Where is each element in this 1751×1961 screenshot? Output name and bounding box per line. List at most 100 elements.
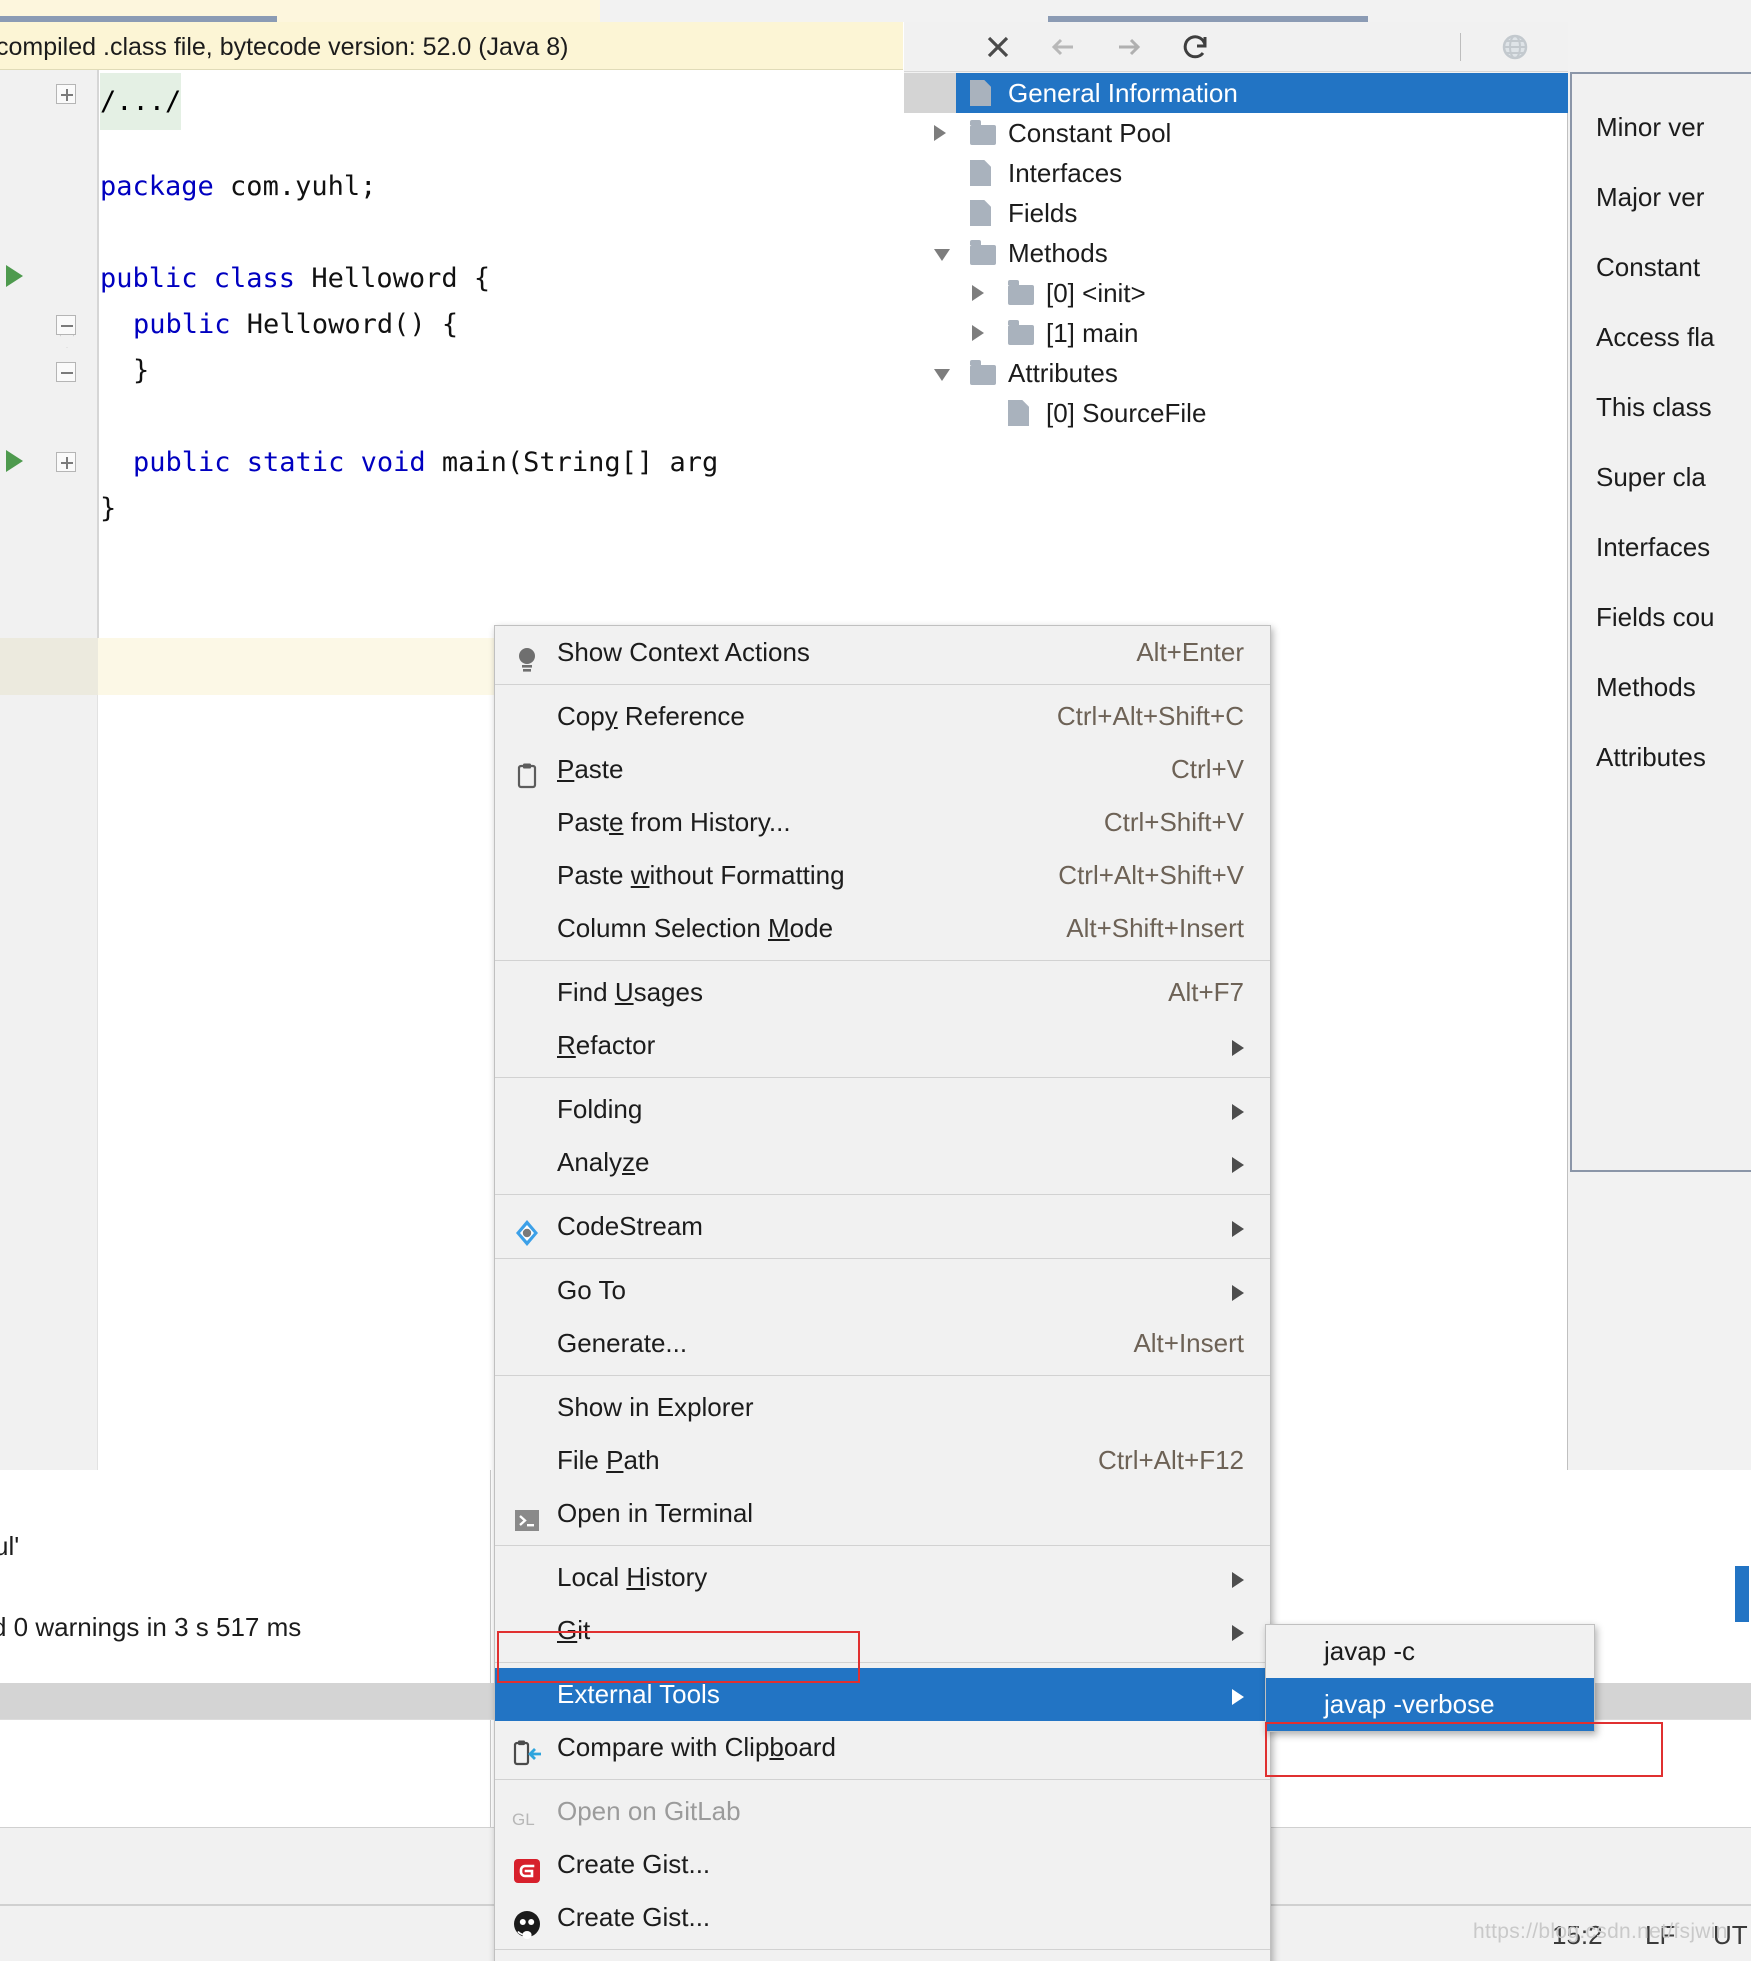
editor-context-menu[interactable]: Show Context Actions Alt+Enter Copy Refere…	[494, 625, 1271, 1961]
menu-item-label: Open As Binary	[557, 1955, 738, 1961]
chevron-right-icon[interactable]	[934, 125, 946, 141]
code-line-package: package com.yuhl;	[100, 158, 376, 215]
menu-item[interactable]: File Path Ctrl+Alt+F12	[495, 1434, 1270, 1487]
tree-item-label: Constant Pool	[1008, 118, 1172, 148]
menu-item[interactable]: External Tools	[495, 1668, 1270, 1721]
tree-item[interactable]: Attributes	[904, 353, 1568, 393]
info-row-label: Methods	[1596, 672, 1696, 702]
menu-item[interactable]: Refactor	[495, 1019, 1270, 1072]
tree-item-label: Interfaces	[1008, 158, 1123, 188]
menu-item[interactable]: Open in Terminal	[495, 1487, 1270, 1540]
menu-item-label: Show Context Actions	[557, 637, 810, 667]
info-row-label: Interfaces	[1596, 532, 1711, 562]
menu-item[interactable]: Compare with Clipboard	[495, 1721, 1270, 1774]
tab-strip	[0, 0, 1751, 22]
github-icon	[512, 1904, 542, 1939]
folder-icon	[970, 120, 996, 145]
menu-item: GL Open on GitLab	[495, 1785, 1270, 1838]
menu-item[interactable]: Paste without Formatting Ctrl+Alt+Shift+V	[495, 849, 1270, 902]
menu-item[interactable]: Analyze	[495, 1136, 1270, 1189]
build-output-scrollbar-thumb[interactable]	[1735, 1566, 1749, 1622]
menu-item[interactable]: Show Context Actions Alt+Enter	[495, 626, 1270, 679]
menu-item[interactable]: Local History	[495, 1551, 1270, 1604]
menu-item-label: Create Gist...	[557, 1902, 711, 1932]
menu-item[interactable]: 010110Open As Binary	[495, 1955, 1270, 1961]
forward-arrow-icon[interactable]	[1114, 32, 1144, 62]
tree-item[interactable]: Methods	[904, 233, 1568, 273]
code-line-ctor-close: }	[133, 355, 150, 386]
info-row-label: Fields cou	[1596, 602, 1715, 632]
menu-item[interactable]: Go To	[495, 1264, 1270, 1317]
chevron-down-icon[interactable]	[934, 369, 950, 381]
close-icon[interactable]	[983, 32, 1013, 62]
code-line-fold-comment[interactable]: /.../	[100, 73, 182, 130]
menu-separator	[495, 960, 1270, 961]
menu-item[interactable]: Create Gist...	[495, 1891, 1270, 1944]
submenu-arrow-icon	[1232, 1104, 1244, 1120]
run-output-fragment: )	[0, 1850, 1, 1881]
menu-item-label: Open in Terminal	[557, 1498, 754, 1528]
tree-item[interactable]: Fields	[904, 193, 1568, 233]
menu-item[interactable]: Paste Ctrl+V	[495, 743, 1270, 796]
menu-item[interactable]: Create Gist...	[495, 1838, 1270, 1891]
menu-item[interactable]: Copy Reference Ctrl+Alt+Shift+C	[495, 690, 1270, 743]
info-row-label: Access fla	[1596, 322, 1715, 352]
submenu-item[interactable]: javap -verbose	[1266, 1678, 1594, 1731]
menu-item[interactable]: Column Selection Mode Alt+Shift+Insert	[495, 902, 1270, 955]
tree-item-label: General Information	[1008, 78, 1238, 108]
build-output-result: d 0 warnings in 3 s 517 ms	[0, 1612, 302, 1642]
menu-item[interactable]: Paste from History... Ctrl+Shift+V	[495, 796, 1270, 849]
general-information-panel: Minor ver Major ver Constant Access fla This…	[1570, 72, 1751, 1172]
code-package-name: com.yuhl;	[213, 171, 377, 202]
code-line-constructor: public Helloword() {	[133, 296, 458, 353]
menu-item[interactable]: Folding	[495, 1083, 1270, 1136]
menu-item[interactable]: Generate... Alt+Insert	[495, 1317, 1270, 1370]
file-icon	[970, 160, 991, 186]
folder-icon	[970, 240, 996, 265]
tree-item-label: Fields	[1008, 198, 1078, 228]
chevron-right-icon[interactable]	[972, 285, 984, 301]
menu-item-shortcut: Alt+Insert	[1133, 1328, 1244, 1358]
info-row-label: Super cla	[1596, 462, 1706, 492]
submenu-arrow-icon	[1232, 1221, 1244, 1237]
code-keyword-package: package	[100, 171, 214, 202]
info-row-label: Attributes	[1596, 742, 1706, 772]
menu-item-shortcut: Alt+Shift+Insert	[1066, 913, 1244, 943]
folder-icon	[970, 360, 996, 385]
menu-item-label: CodeStream	[557, 1211, 703, 1241]
menu-item[interactable]: Find Usages Alt+F7	[495, 966, 1270, 1019]
tree-item[interactable]: General Information	[904, 73, 1568, 113]
toolbar-separator	[1460, 33, 1461, 61]
submenu-item[interactable]: javap -c	[1266, 1625, 1594, 1678]
submenu-item-label: javap -c	[1324, 1636, 1416, 1666]
menu-item-label: Paste without Formatting	[557, 860, 845, 890]
tree-item[interactable]: [0] <init>	[904, 273, 1568, 313]
back-arrow-icon[interactable]	[1048, 32, 1078, 62]
submenu-arrow-icon	[1232, 1625, 1244, 1641]
menu-item-label: Open on GitLab	[557, 1796, 741, 1826]
menu-item[interactable]: CodeStream	[495, 1200, 1270, 1253]
menu-item-label: Column Selection Mode	[557, 913, 834, 943]
submenu-arrow-icon	[1232, 1689, 1244, 1705]
file-icon	[1008, 400, 1029, 426]
tree-item[interactable]: Interfaces	[904, 153, 1568, 193]
chevron-right-icon[interactable]	[972, 325, 984, 341]
terminal-icon	[512, 1500, 542, 1531]
menu-item-shortcut: Ctrl+V	[1171, 754, 1244, 784]
decompiled-warning-text: compiled .class file, bytecode version: …	[0, 33, 569, 61]
globe-icon[interactable]	[1500, 32, 1530, 62]
external-tools-submenu[interactable]: javap -c javap -verbose	[1265, 1624, 1595, 1732]
tree-item[interactable]: [1] main	[904, 313, 1568, 353]
submenu-arrow-icon	[1232, 1572, 1244, 1588]
menu-item-shortcut: Ctrl+Alt+F12	[1098, 1445, 1244, 1475]
refresh-icon[interactable]	[1181, 32, 1211, 62]
tree-item[interactable]: Constant Pool	[904, 113, 1568, 153]
info-row-label: Major ver	[1596, 182, 1705, 212]
tree-item[interactable]: [0] SourceFile	[904, 393, 1568, 433]
menu-item[interactable]: Show in Explorer	[495, 1381, 1270, 1434]
code-ctor-sig: Helloword() {	[230, 309, 459, 340]
tool-window-toolbar	[904, 22, 1568, 72]
chevron-down-icon[interactable]	[934, 249, 950, 261]
menu-item[interactable]: Git	[495, 1604, 1270, 1657]
menu-separator	[495, 1194, 1270, 1195]
